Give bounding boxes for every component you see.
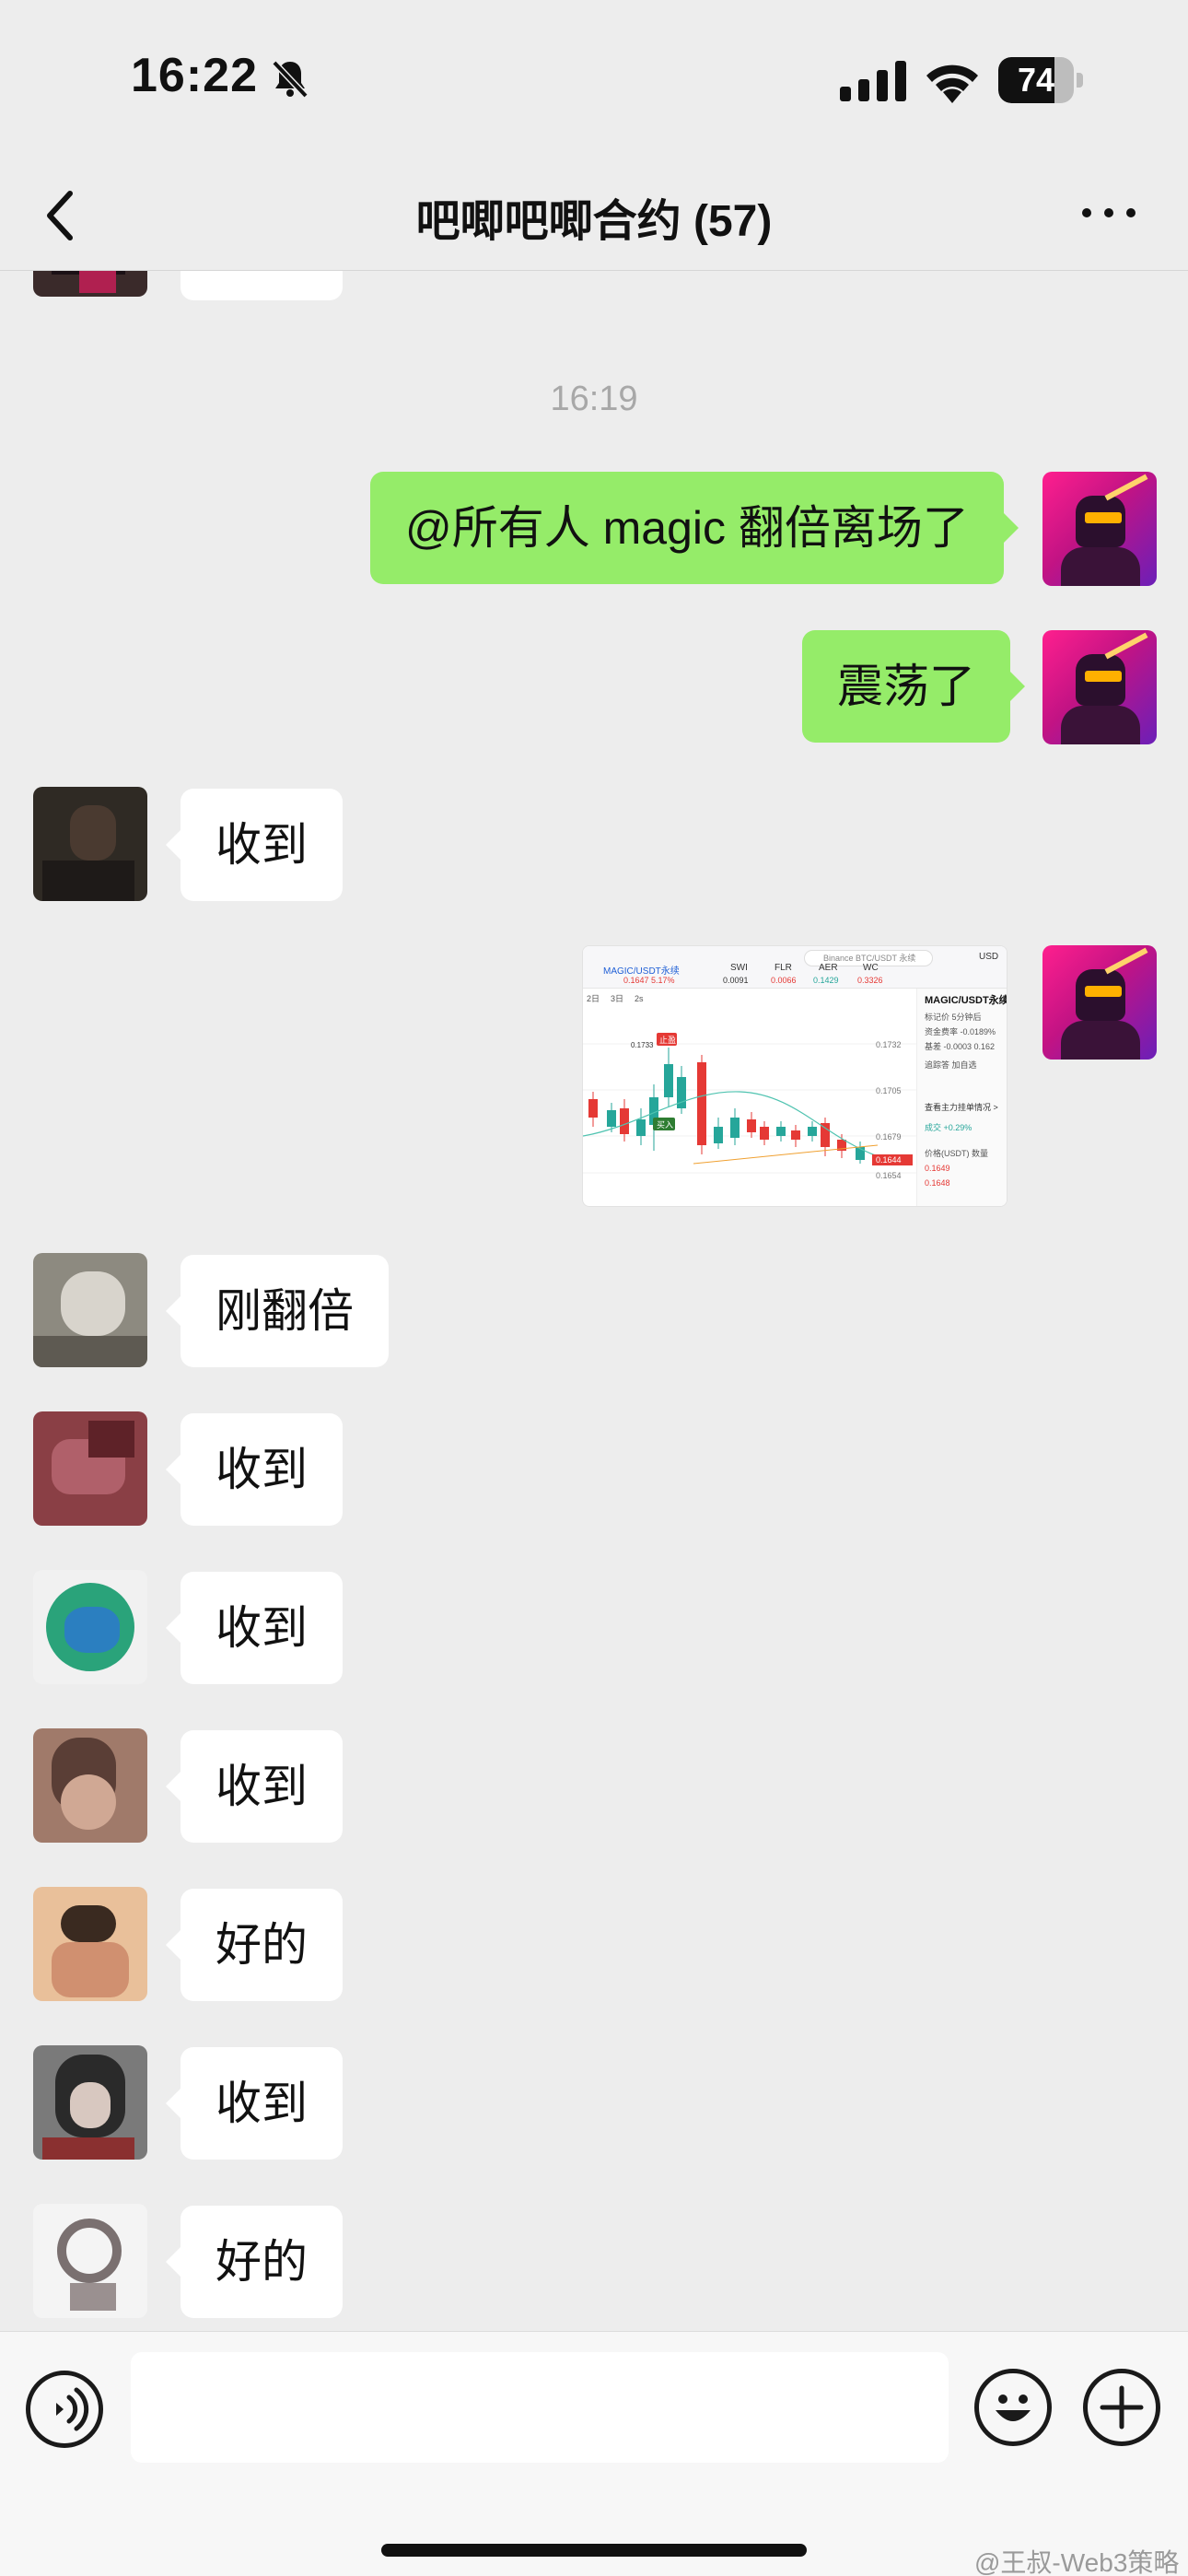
chart-image-side-row: 资金费率 -0.0189% — [925, 1027, 996, 1036]
chart-image-candle — [664, 1064, 673, 1097]
voice-icon[interactable] — [26, 2371, 103, 2448]
status-time: 16:22 — [131, 49, 258, 102]
avatar[interactable] — [33, 2045, 147, 2160]
avatar[interactable] — [1042, 945, 1157, 1060]
message-bubble[interactable]: 收到 — [166, 1413, 343, 1526]
home-indicator — [381, 2544, 807, 2557]
chart-image-price-tick: 0.1705 — [876, 1086, 902, 1095]
chart-image-tab-value: 0.0066 — [771, 976, 797, 985]
wifi-icon — [926, 64, 978, 103]
avatar[interactable] — [1042, 472, 1157, 586]
battery-level: 74 — [1017, 61, 1055, 99]
chart-image-candle — [776, 1127, 786, 1136]
message-bubble[interactable]: 收到 — [166, 1572, 343, 1684]
battery-body: 74 — [998, 57, 1074, 103]
chart-image-sidebar: MAGIC/USDT永续 标记价 5分钟后 资金费率 -0.0189% 基差 -… — [916, 989, 1007, 1206]
plus-icon[interactable] — [1083, 2369, 1160, 2446]
chart-image-timeframe: 2s — [635, 994, 644, 1003]
chart-image-price-tick: 0.1732 — [876, 1040, 902, 1049]
chart-image-candle — [607, 1110, 616, 1127]
chart-image-candle — [730, 1118, 740, 1138]
message-bubble[interactable]: 好的 — [166, 2206, 343, 2318]
chart-image-price-tick: 0.1679 — [876, 1132, 902, 1142]
chart-image-candle — [821, 1123, 830, 1147]
battery-cap — [1077, 73, 1083, 88]
message-bubble[interactable]: 收到 — [166, 2047, 343, 2160]
chart-image-side-row: 0.1649 — [925, 1164, 950, 1173]
emoji-icon[interactable] — [974, 2369, 1052, 2446]
plus-glyph — [1100, 2385, 1144, 2430]
chart-image-side-row: 标记价 5分钟后 — [925, 1013, 982, 1022]
chart-image-tab: MAGIC/USDT永续 — [603, 966, 680, 977]
cellular-signal-icon — [840, 61, 906, 101]
avatar[interactable] — [33, 2204, 147, 2318]
bell-slash-icon — [272, 60, 309, 99]
chart-image-tab-value: 0.0091 — [723, 976, 749, 985]
message-input[interactable] — [131, 2352, 949, 2463]
chart-image-price-tick: 0.1654 — [876, 1171, 902, 1180]
more-dots-icon[interactable] — [1079, 199, 1138, 227]
chart-image-side-row: 追踪答 加自选 — [925, 1060, 977, 1070]
chart-image-side-row: 0.1648 — [925, 1178, 950, 1188]
emoji-face-glyph — [996, 2395, 1031, 2421]
chart-image-candle — [760, 1127, 769, 1140]
chart-image-symbol-title: MAGIC/USDT永续 — [925, 995, 1007, 1006]
watermark: @王叔-Web3策略 — [974, 2548, 1180, 2576]
chart-image-candle — [636, 1119, 646, 1136]
message-bubble[interactable]: 震荡了 — [802, 630, 1025, 743]
chart-image-high-label: 0.1733 — [631, 1041, 654, 1049]
chart-image-side-row: 价格(USDT) 数量 — [925, 1149, 988, 1158]
chart-image-buy-label: 买入 — [657, 1120, 673, 1130]
nav-bar: 吧唧吧唧合约 (57) — [0, 157, 1188, 271]
image-message[interactable]: Binance BTC/USDT 永续 USD MAGIC/USDT永续 0.1… — [582, 945, 1007, 1207]
chart-image-tab-value: 0.1429 — [813, 976, 839, 985]
chart-image-tab: SWI — [730, 963, 748, 973]
battery-icon: 74 — [998, 57, 1083, 103]
avatar[interactable] — [33, 271, 147, 297]
chart-image-tab-value: 0.3326 — [857, 976, 883, 985]
avatar[interactable] — [33, 1570, 147, 1684]
chart-image-tab: WC — [863, 963, 879, 973]
chart-image-currency: USD — [979, 952, 999, 962]
chart-image-tab: FLR — [775, 963, 792, 973]
message-bubble[interactable]: 好的 — [166, 1889, 343, 2001]
chart-image-tab-value: 0.1647 5.17% — [623, 976, 675, 985]
voice-wave-glyph — [56, 2387, 89, 2431]
avatar[interactable] — [33, 1253, 147, 1367]
chart-image-candles: 2日 3日 2s 0.1732 0.1705 0.1679 0.1654 止盈 0.1733 买入… — [583, 994, 916, 1180]
chart-image-timeframe: 3日 — [611, 994, 623, 1003]
chart-image-candle — [697, 1062, 706, 1145]
chart-image-candle — [714, 1127, 723, 1143]
avatar[interactable] — [33, 1887, 147, 2001]
message-bubble[interactable]: 收到 — [166, 1730, 343, 1843]
status-bar: 16:22 74 — [0, 0, 1188, 157]
chart-image-candle — [620, 1108, 629, 1134]
message-bubble[interactable]: 收到 — [181, 271, 343, 300]
chart-image-current-price: 0.1644 — [876, 1155, 902, 1165]
chart-image-side-row: 成交 +0.29% — [925, 1123, 973, 1132]
chart-image-tabs: Binance BTC/USDT 永续 USD MAGIC/USDT永续 0.1… — [583, 946, 1007, 989]
message-bubble[interactable]: 刚翻倍 — [166, 1255, 389, 1367]
chart-image-side-row: 查看主力挂单情况 > — [925, 1103, 998, 1112]
chart-image-moving-average — [693, 1144, 879, 1165]
chart-image-timeframe: 2日 — [587, 994, 600, 1003]
message-bubble[interactable]: @所有人 magic 翻倍离场了 — [370, 472, 1019, 584]
chart-image-candle — [588, 1099, 598, 1118]
chart-image-take-profit-label: 止盈 — [659, 1035, 676, 1045]
avatar[interactable] — [33, 1411, 147, 1526]
input-bar — [0, 2331, 1188, 2576]
chat-message-list[interactable]: 收到 16:19 @所有人 magic 翻倍离场了 震荡了 收到 Binance… — [0, 271, 1188, 2331]
chart-image-candle — [747, 1119, 756, 1132]
avatar[interactable] — [33, 1728, 147, 1843]
message-bubble[interactable]: 收到 — [166, 789, 343, 901]
message-timestamp: 16:19 — [550, 380, 638, 418]
avatar[interactable] — [1042, 630, 1157, 744]
chat-title: 吧唧吧唧合约 (57) — [415, 197, 773, 246]
chart-image-side-row: 基差 -0.0003 0.162 — [925, 1042, 996, 1051]
chart-image-tab: AER — [819, 963, 838, 973]
chart-image-candle — [808, 1127, 817, 1136]
avatar[interactable] — [33, 787, 147, 901]
chart-image-candle — [791, 1130, 800, 1140]
